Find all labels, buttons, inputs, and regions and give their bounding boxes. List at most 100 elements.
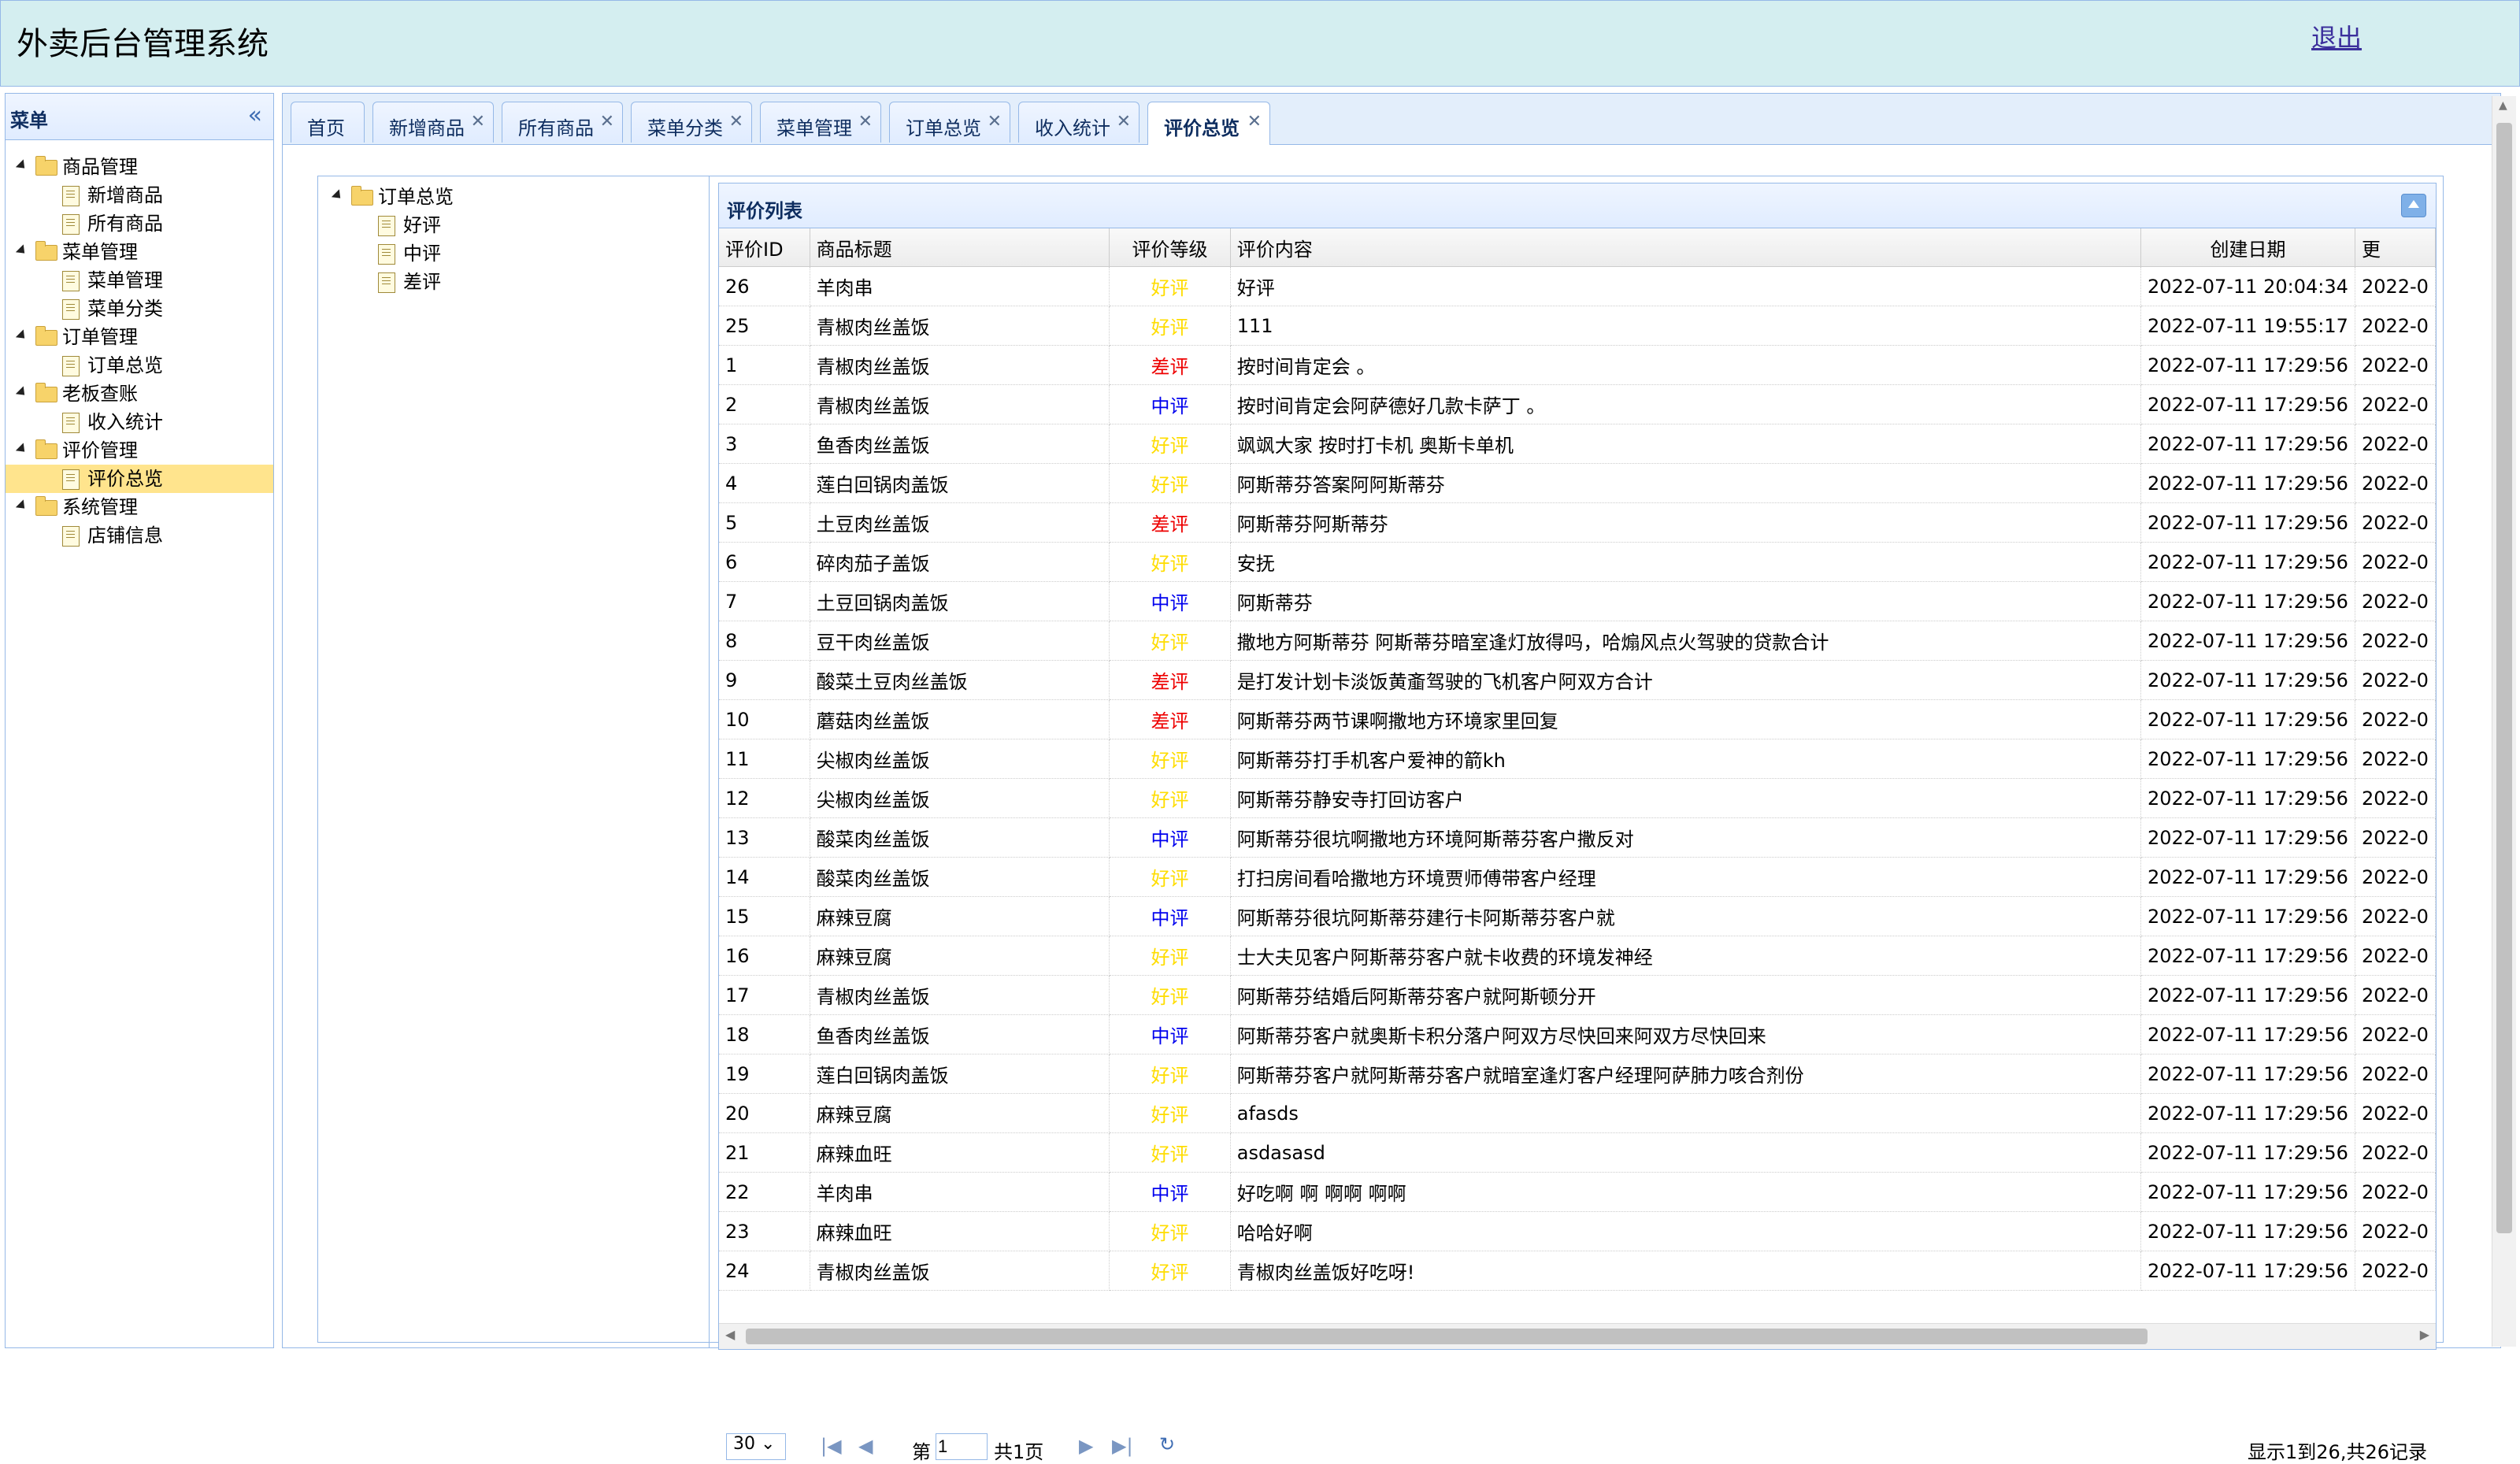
- menu-item-0-1[interactable]: 所有商品: [6, 209, 273, 238]
- table-row[interactable]: 8 豆干肉丝盖饭 好评 撒地方阿斯蒂芬 阿斯蒂芬暗室逢灯放得吗，哈煽风点火驾驶的贷款合…: [719, 621, 2436, 661]
- table-row[interactable]: 22 羊肉串 中评 好吃啊 啊 啊啊 啊啊 2022-07-11 17:29:56 202…: [719, 1172, 2436, 1212]
- table-row[interactable]: 5 土豆肉丝盖饭 差评 阿斯蒂芬阿斯蒂芬 2022-07-11 17:29:56 2022…: [719, 502, 2436, 543]
- cell-updated: 2022-0: [2355, 660, 2436, 700]
- table-row[interactable]: 3 鱼香肉丝盖饭 好评 飒飒大家 按时打卡机 奥斯卡单机 2022-07-11 17:2…: [719, 424, 2436, 464]
- tab-2[interactable]: 所有商品 ✕: [502, 102, 623, 143]
- tab-5[interactable]: 订单总览 ✕: [889, 102, 1010, 143]
- tab-0[interactable]: 首页: [291, 102, 365, 143]
- scroll-up-icon[interactable]: ▲: [2499, 99, 2507, 112]
- column-header-created[interactable]: 创建日期: [2140, 228, 2355, 267]
- menu-item-label: 菜单分类: [87, 298, 163, 320]
- close-icon[interactable]: ✕: [1247, 112, 1262, 132]
- page-number-input[interactable]: [936, 1433, 988, 1460]
- close-icon[interactable]: ✕: [1117, 112, 1131, 132]
- table-row[interactable]: 20 麻辣豆腐 好评 afasds 2022-07-11 17:29:56 2022-0: [719, 1093, 2436, 1133]
- column-header-rating[interactable]: 评价等级: [1109, 228, 1231, 267]
- column-header-title[interactable]: 商品标题: [810, 228, 1110, 267]
- close-icon[interactable]: ✕: [858, 112, 873, 132]
- refresh-icon[interactable]: ↻: [1159, 1433, 1175, 1455]
- menu-item-5-0[interactable]: 店铺信息: [6, 521, 273, 550]
- rating-tree-item-2[interactable]: 差评: [318, 268, 709, 296]
- table-row[interactable]: 11 尖椒肉丝盖饭 好评 阿斯蒂芬打手机客户爱神的箭kh 2022-07-11 17:2…: [719, 739, 2436, 779]
- tab-3[interactable]: 菜单分类 ✕: [631, 102, 752, 143]
- table-row[interactable]: 14 酸菜肉丝盖饭 好评 打扫房间看哈撒地方环境贾师傅带客户经理 2022-07-11 …: [719, 857, 2436, 897]
- menu-item-3-0[interactable]: 收入统计: [6, 408, 273, 436]
- menu-group-0[interactable]: 商品管理: [6, 153, 273, 181]
- cell-content: 阿斯蒂芬静安寺打回访客户: [1230, 778, 2142, 818]
- table-row[interactable]: 12 尖椒肉丝盖饭 好评 阿斯蒂芬静安寺打回访客户 2022-07-11 17:29:5…: [719, 778, 2436, 818]
- column-header-updated[interactable]: 更: [2355, 228, 2436, 267]
- rating-tree-root[interactable]: 订单总览: [318, 183, 709, 211]
- table-row[interactable]: 15 麻辣豆腐 中评 阿斯蒂芬很坑阿斯蒂芬建行卡阿斯蒂芬客户就 2022-07-11 1…: [719, 896, 2436, 936]
- menu-item-1-1[interactable]: 菜单分类: [6, 295, 273, 323]
- tab-6[interactable]: 收入统计 ✕: [1018, 102, 1140, 143]
- table-row[interactable]: 18 鱼香肉丝盖饭 中评 阿斯蒂芬客户就奥斯卡积分落户阿双方尽快回来阿双方尽快回来 20…: [719, 1014, 2436, 1054]
- menu-item-0-0[interactable]: 新增商品: [6, 181, 273, 209]
- table-row[interactable]: 4 莲白回锅肉盖饭 好评 阿斯蒂芬答案阿阿斯蒂芬 2022-07-11 17:29:56…: [719, 463, 2436, 503]
- next-page-icon[interactable]: ▶: [1079, 1435, 1093, 1457]
- last-page-icon[interactable]: ▶|: [1112, 1435, 1133, 1457]
- expand-arrow-icon[interactable]: [15, 244, 29, 258]
- menu-group-4[interactable]: 评价管理: [6, 436, 273, 465]
- menu-group-1[interactable]: 菜单管理: [6, 238, 273, 266]
- menu-group-5[interactable]: 系统管理: [6, 493, 273, 521]
- table-row[interactable]: 23 麻辣血旺 好评 哈哈好啊 2022-07-11 17:29:56 2022-0: [719, 1211, 2436, 1251]
- close-icon[interactable]: ✕: [988, 112, 1002, 132]
- cell-content: 安抚: [1230, 542, 2142, 582]
- menu-item-4-0[interactable]: 评价总览: [6, 465, 273, 493]
- rating-tree-item-1[interactable]: 中评: [318, 239, 709, 268]
- column-header-content[interactable]: 评价内容: [1230, 228, 2142, 267]
- cell-title: 鱼香肉丝盖饭: [810, 1014, 1110, 1054]
- page-size-select[interactable]: 30 ⌄: [726, 1433, 786, 1460]
- expand-arrow-icon[interactable]: [15, 499, 29, 513]
- column-header-id[interactable]: 评价ID: [719, 228, 810, 267]
- close-icon[interactable]: ✕: [600, 112, 614, 132]
- scroll-left-icon[interactable]: ◀: [725, 1327, 735, 1342]
- close-icon[interactable]: ✕: [729, 112, 743, 132]
- logout-link[interactable]: 退出: [2311, 18, 2362, 54]
- vertical-scrollbar[interactable]: ▲: [2492, 96, 2516, 1347]
- table-row[interactable]: 25 青椒肉丝盖饭 好评 111 2022-07-11 19:55:17 2022-0: [719, 306, 2436, 346]
- horizontal-scrollbar[interactable]: ◀ ▶: [719, 1323, 2436, 1349]
- menu-group-3[interactable]: 老板查账: [6, 380, 273, 408]
- expand-arrow-icon[interactable]: [15, 159, 29, 172]
- table-row[interactable]: 13 酸菜肉丝盖饭 中评 阿斯蒂芬很坑啊撒地方环境阿斯蒂芬客户撒反对 2022-07-1…: [719, 817, 2436, 858]
- cell-rating: 好评: [1109, 1211, 1231, 1251]
- tab-7[interactable]: 评价总览 ✕: [1147, 102, 1270, 145]
- expand-arrow-icon[interactable]: [15, 386, 29, 399]
- table-row[interactable]: 21 麻辣血旺 好评 asdasasd 2022-07-11 17:29:56 2022-…: [719, 1132, 2436, 1173]
- table-row[interactable]: 6 碎肉茄子盖饭 好评 安抚 2022-07-11 17:29:56 2022-0: [719, 542, 2436, 582]
- menu-group-2[interactable]: 订单管理: [6, 323, 273, 351]
- table-row[interactable]: 7 土豆回锅肉盖饭 中评 阿斯蒂芬 2022-07-11 17:29:56 2022-0: [719, 581, 2436, 621]
- cell-content: 按时间肯定会阿萨德好几款卡萨丁 。: [1230, 384, 2142, 424]
- close-icon[interactable]: ✕: [471, 112, 485, 132]
- scroll-right-icon[interactable]: ▶: [2420, 1327, 2429, 1342]
- horizontal-scrollbar-thumb[interactable]: [746, 1329, 2148, 1344]
- prev-page-icon[interactable]: ◀: [858, 1435, 873, 1457]
- table-row[interactable]: 9 酸菜土豆肉丝盖饭 差评 是打发计划卡淡饭黄齑驾驶的飞机客户阿双方合计 2022-07…: [719, 660, 2436, 700]
- table-row[interactable]: 16 麻辣豆腐 好评 士大夫见客户阿斯蒂芬客户就卡收费的环境发神经 2022-07-11…: [719, 936, 2436, 976]
- menu-item-1-0[interactable]: 菜单管理: [6, 266, 273, 295]
- cell-updated: 2022-0: [2355, 502, 2436, 543]
- cell-rating: 好评: [1109, 1054, 1231, 1094]
- first-page-icon[interactable]: |◀: [821, 1435, 842, 1457]
- expand-arrow-icon[interactable]: [331, 189, 345, 202]
- table-row[interactable]: 19 莲白回锅肉盖饭 好评 阿斯蒂芬客户就阿斯蒂芬客户就暗室逢灯客户经理阿萨肺力咳合剂…: [719, 1054, 2436, 1094]
- expand-arrow-icon[interactable]: [15, 443, 29, 456]
- menu-item-2-0[interactable]: 订单总览: [6, 351, 273, 380]
- vertical-scrollbar-thumb[interactable]: [2496, 123, 2512, 1233]
- expand-arrow-icon[interactable]: [15, 329, 29, 343]
- tab-1[interactable]: 新增商品 ✕: [372, 102, 494, 143]
- rating-tree-item-0[interactable]: 好评: [318, 211, 709, 239]
- table-row[interactable]: 24 青椒肉丝盖饭 好评 青椒肉丝盖饭好吃呀! 2022-07-11 17:29:56 2…: [719, 1251, 2436, 1291]
- table-row[interactable]: 10 蘑菇肉丝盖饭 差评 阿斯蒂芬两节课啊撒地方环境家里回复 2022-07-11 17…: [719, 699, 2436, 739]
- document-icon: [62, 526, 80, 547]
- table-row[interactable]: 26 羊肉串 好评 好评 2022-07-11 20:04:34 2022-0: [719, 266, 2436, 306]
- table-row[interactable]: 2 青椒肉丝盖饭 中评 按时间肯定会阿萨德好几款卡萨丁 。 2022-07-11 17:…: [719, 384, 2436, 424]
- table-row[interactable]: 1 青椒肉丝盖饭 差评 按时间肯定会 。 2022-07-11 17:29:56 2022…: [719, 345, 2436, 385]
- table-row[interactable]: 17 青椒肉丝盖饭 好评 阿斯蒂芬结婚后阿斯蒂芬客户就阿斯顿分开 2022-07-11 …: [719, 975, 2436, 1015]
- tab-4[interactable]: 菜单管理 ✕: [760, 102, 881, 143]
- cell-updated: 2022-0: [2355, 1093, 2436, 1133]
- double-chevron-left-icon[interactable]: «: [248, 102, 262, 129]
- collapse-panel-icon[interactable]: [2401, 194, 2426, 217]
